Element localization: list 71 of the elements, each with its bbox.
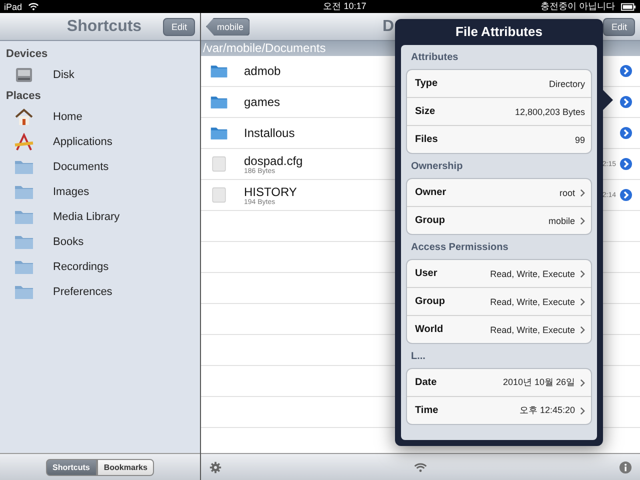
attribute-label: Group (415, 215, 445, 226)
sidebar-item[interactable]: Recordings (53, 260, 109, 272)
chevron-icon[interactable] (580, 378, 585, 386)
attribute-value: Read, Write, Execute (490, 296, 575, 306)
attribute-value: root (559, 188, 575, 198)
chevron-icon[interactable] (580, 406, 585, 414)
sidebar-item[interactable]: Books (53, 236, 84, 248)
sidebar-item[interactable]: Disk (53, 68, 74, 80)
wifi-icon[interactable] (414, 460, 427, 474)
detail-disclosure-button[interactable] (619, 188, 633, 202)
attribute-label: User (415, 268, 438, 279)
chevron-icon[interactable] (580, 188, 585, 196)
segment-button[interactable]: Shortcuts (46, 458, 97, 476)
section-header: Places (6, 89, 42, 104)
attribute-label: Files (415, 134, 438, 145)
section-header: L... (410, 350, 426, 364)
navigation-title: D (382, 18, 394, 36)
attribute-value: Directory (548, 78, 585, 88)
attribute-value: 99 (574, 134, 585, 144)
segment-button[interactable]: Bookmarks (96, 458, 154, 476)
section-header: Ownership (410, 160, 464, 174)
folder-icon (210, 63, 228, 79)
sidebar-title: Shortcuts (66, 18, 143, 36)
attribute-value: 오후 12:45:20 (519, 404, 575, 417)
sidebar-item[interactable]: Home (53, 110, 82, 122)
attribute-label: Size (415, 106, 436, 117)
info-icon[interactable] (619, 460, 632, 474)
clock: 오전 10:17 (322, 0, 368, 13)
detail-disclosure-button[interactable] (619, 64, 633, 78)
sidebar-item[interactable]: Images (53, 186, 90, 198)
wifi-icon (28, 2, 40, 11)
section-header: Devices (6, 47, 49, 62)
edit-button[interactable]: Edit (163, 18, 195, 36)
attribute-label: Owner (415, 187, 446, 198)
back-button[interactable]: mobile (206, 18, 250, 36)
folder-icon (210, 94, 228, 110)
detail-disclosure-button[interactable] (619, 95, 633, 109)
section-header: Access Permissions (410, 241, 510, 255)
attribute-value: mobile (548, 216, 575, 226)
sidebar-item[interactable]: Preferences (53, 286, 112, 298)
attribute-value: 12,800,203 Bytes (514, 106, 585, 116)
house-icon (14, 108, 34, 126)
popover-title: File Attributes (454, 23, 544, 41)
attribute-value: Read, Write, Execute (490, 324, 575, 334)
detail-disclosure-button[interactable] (619, 157, 633, 171)
chevron-icon[interactable] (580, 270, 585, 278)
edit-button[interactable]: Edit (603, 18, 635, 36)
drafting-tools-icon (14, 132, 34, 150)
document-icon (210, 156, 228, 172)
document-icon (210, 187, 228, 203)
attribute-value: 2010년 10월 26일 (502, 376, 575, 389)
chevron-icon[interactable] (580, 326, 585, 334)
detail-disclosure-button[interactable] (619, 126, 633, 140)
path-text: /var/mobile/Documents (203, 41, 326, 55)
sidebar-item[interactable]: Media Library (53, 210, 120, 222)
charging-status: 충전중이 아닙니다 (540, 0, 615, 13)
device-name: iPad (4, 2, 22, 12)
section-header: Attributes (410, 51, 460, 65)
chevron-icon[interactable] (580, 216, 585, 224)
attribute-value: Read, Write, Execute (490, 268, 575, 278)
folder-icon (210, 125, 228, 141)
attribute-label: Group (415, 296, 445, 307)
attribute-label: World (415, 324, 444, 335)
attribute-label: Date (415, 377, 437, 388)
battery-icon (621, 2, 636, 10)
settings-icon[interactable] (209, 460, 222, 474)
attribute-label: Time (415, 405, 438, 416)
chevron-icon[interactable] (580, 298, 585, 306)
attribute-label: Type (415, 78, 438, 89)
sidebar-item[interactable]: Applications (53, 136, 112, 148)
sidebar-item[interactable]: Documents (53, 160, 109, 172)
